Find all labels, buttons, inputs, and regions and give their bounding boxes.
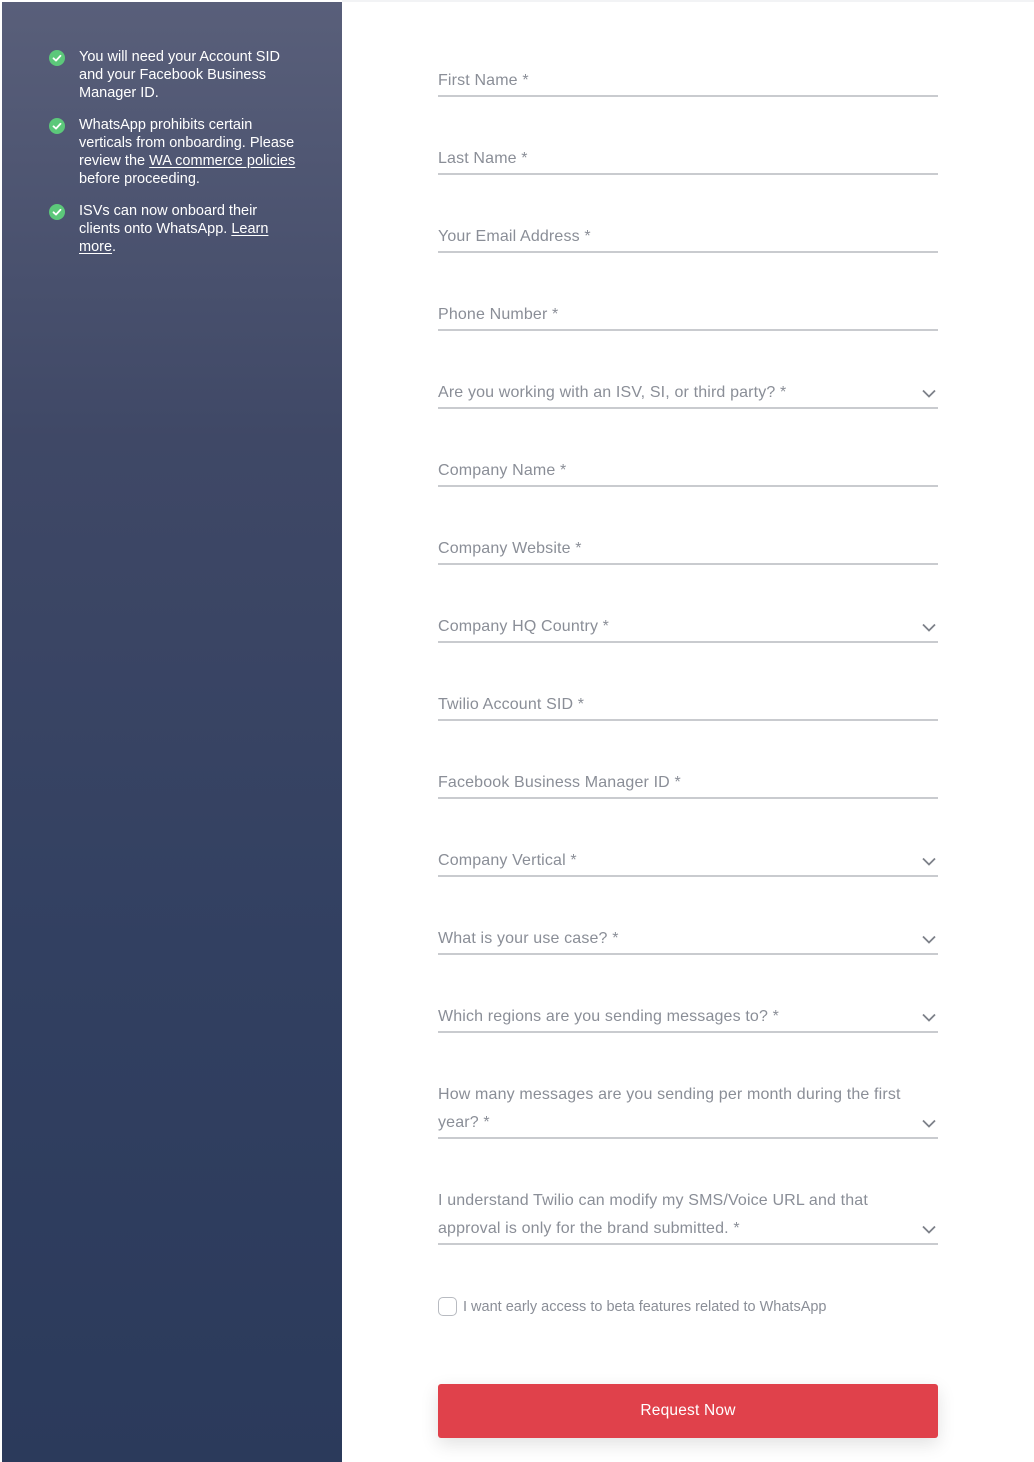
use-case-select[interactable]: What is your use case? * [438, 925, 938, 955]
phone-number-label: Phone Number * [438, 306, 559, 323]
bullet-text-end: before proceeding. [79, 171, 200, 187]
company-name-label: Company Name * [438, 462, 567, 479]
beta-access-label: I want early access to beta features rel… [463, 1298, 827, 1315]
request-now-button[interactable]: Request Now [438, 1384, 938, 1438]
check-circle-icon [49, 118, 65, 134]
email-label: Your Email Address * [438, 228, 591, 245]
bullet-text-end: . [112, 239, 117, 255]
beta-access-option: I want early access to beta features rel… [438, 1297, 827, 1316]
wa-commerce-policies-link[interactable]: WA commerce policies [149, 153, 295, 169]
chevron-down-icon [922, 1119, 936, 1128]
check-circle-icon [49, 50, 65, 66]
bullet-text: You will need your Account SID and your … [79, 49, 280, 101]
url-approval-select[interactable]: I understand Twilio can modify my SMS/Vo… [438, 1187, 938, 1245]
use-case-label: What is your use case? * [438, 930, 619, 947]
regions-select[interactable]: Which regions are you sending messages t… [438, 1003, 938, 1033]
isv-select[interactable]: Are you working with an ISV, SI, or thir… [438, 379, 938, 409]
chevron-down-icon [922, 389, 936, 398]
bullet-isv: ISVs can now onboard their clients onto … [49, 202, 299, 256]
twilio-account-sid-label: Twilio Account SID * [438, 696, 585, 713]
company-website-label: Company Website * [438, 540, 582, 557]
url-approval-label: I understand Twilio can modify my SMS/Vo… [438, 1192, 868, 1237]
message-volume-label: How many messages are you sending per mo… [438, 1086, 901, 1131]
chevron-down-icon [922, 1225, 936, 1234]
chevron-down-icon [922, 935, 936, 944]
first-name-label: First Name * [438, 72, 529, 89]
bullet-verticals: WhatsApp prohibits certain verticals fro… [49, 116, 299, 188]
requirements-list: You will need your Account SID and your … [49, 48, 299, 270]
company-vertical-select[interactable]: Company Vertical * [438, 847, 938, 877]
email-field[interactable]: Your Email Address * [438, 223, 938, 253]
first-name-field[interactable]: First Name * [438, 67, 938, 97]
chevron-down-icon [922, 857, 936, 866]
facebook-business-manager-id-label: Facebook Business Manager ID * [438, 774, 681, 791]
last-name-field[interactable]: Last Name * [438, 145, 938, 175]
company-hq-country-select[interactable]: Company HQ Country * [438, 613, 938, 643]
beta-access-checkbox[interactable] [438, 1297, 457, 1316]
message-volume-select[interactable]: How many messages are you sending per mo… [438, 1081, 938, 1139]
isv-select-label: Are you working with an ISV, SI, or thir… [438, 384, 787, 401]
twilio-account-sid-field[interactable]: Twilio Account SID * [438, 691, 938, 721]
phone-number-field[interactable]: Phone Number * [438, 301, 938, 331]
company-website-field[interactable]: Company Website * [438, 535, 938, 565]
company-name-field[interactable]: Company Name * [438, 457, 938, 487]
chevron-down-icon [922, 623, 936, 632]
chevron-down-icon [922, 1013, 936, 1022]
company-hq-country-label: Company HQ Country * [438, 618, 610, 635]
info-sidebar: You will need your Account SID and your … [2, 2, 342, 1462]
last-name-label: Last Name * [438, 150, 528, 167]
facebook-business-manager-id-field[interactable]: Facebook Business Manager ID * [438, 769, 938, 799]
check-circle-icon [49, 204, 65, 220]
top-divider [342, 0, 1034, 2]
bullet-account-sid: You will need your Account SID and your … [49, 48, 299, 102]
regions-label: Which regions are you sending messages t… [438, 1008, 780, 1025]
company-vertical-label: Company Vertical * [438, 852, 577, 869]
